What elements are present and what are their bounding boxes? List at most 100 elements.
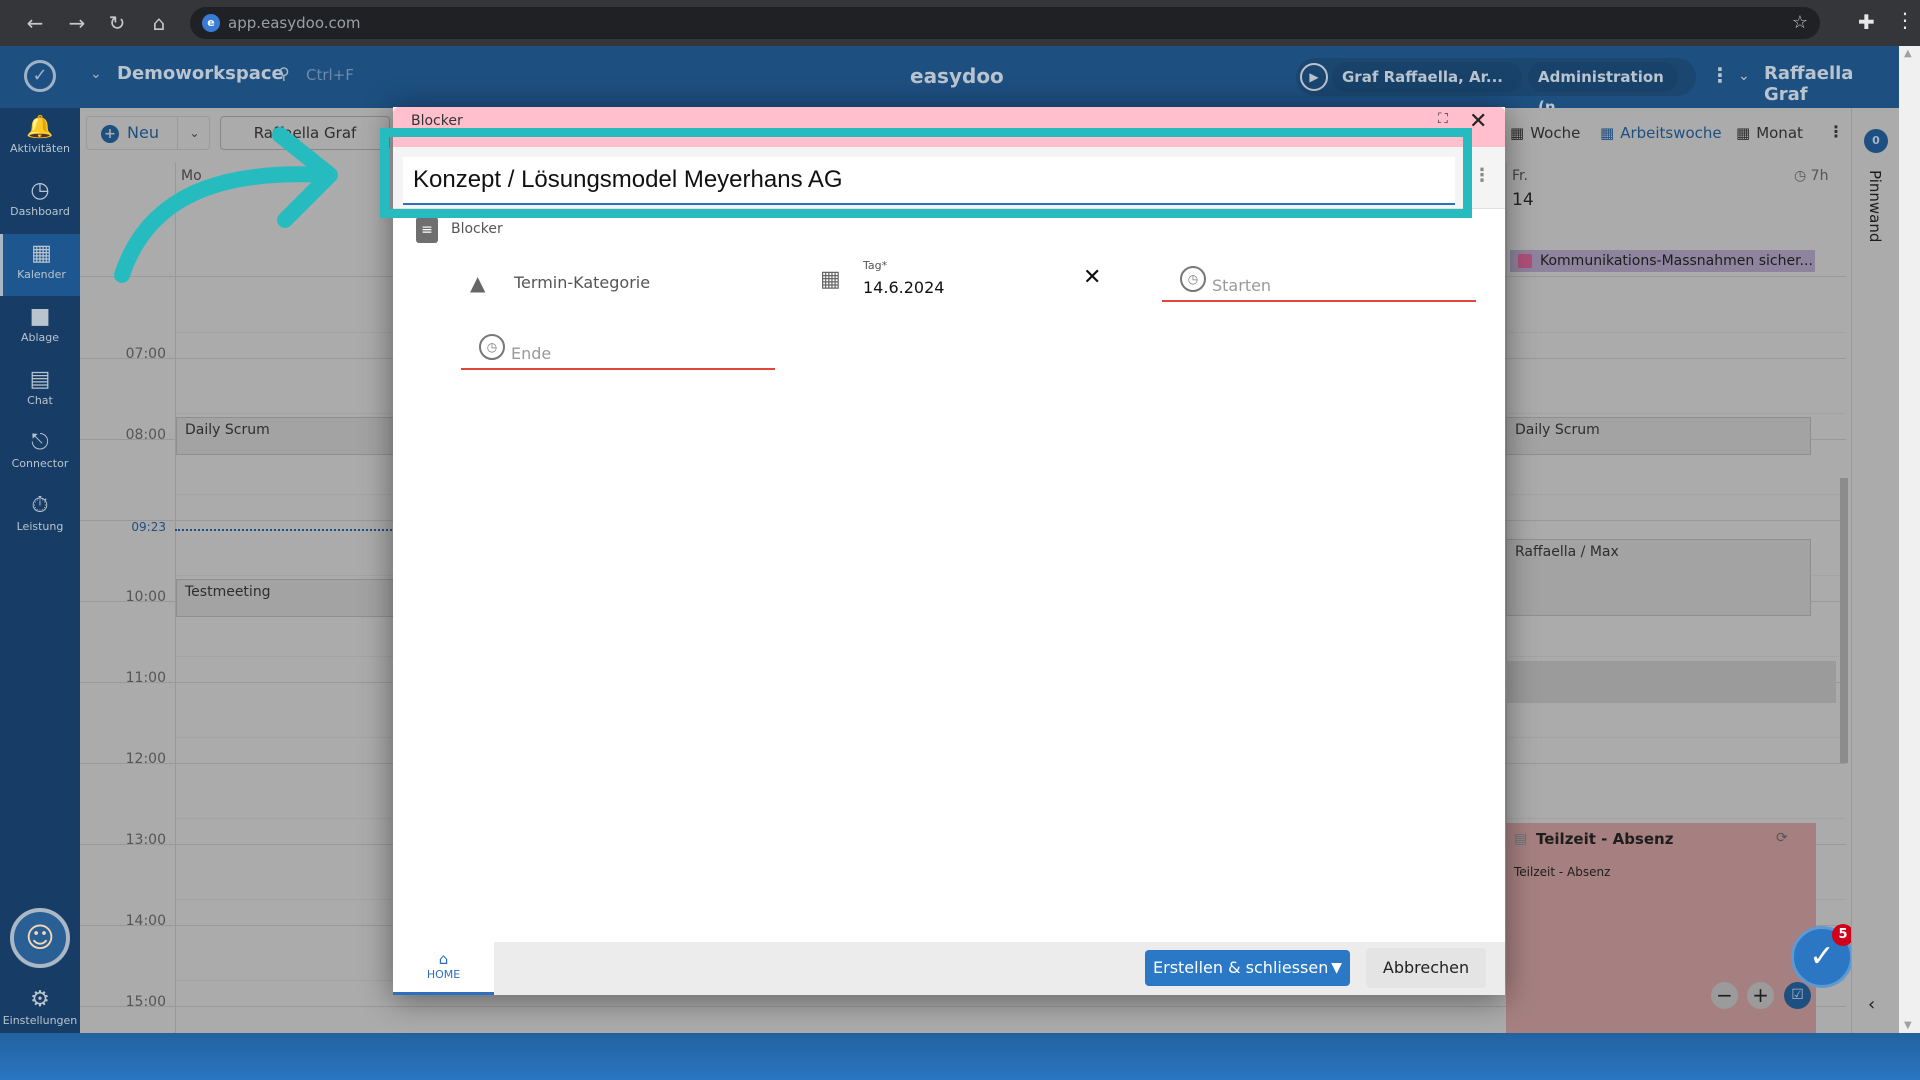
clock-icon: ◷ xyxy=(1794,168,1807,184)
sidebar-item-dashboard[interactable]: ◷ Dashboard xyxy=(0,171,80,233)
address-bar[interactable]: e app.easydoo.com ☆ xyxy=(190,7,1820,39)
calendar-icon[interactable]: ▦ xyxy=(820,267,841,292)
event-title: Kommunikations-Massnahmen sicher... xyxy=(1540,253,1813,269)
sidebar: 🔔 Aktivitäten ◷ Dashboard ▦ Kalender ■ A… xyxy=(0,108,80,1033)
dialog-footer: ⌂ HOME Erstellen & schliessen ▼ Abbreche… xyxy=(393,942,1505,995)
sidebar-item-leistung[interactable]: ⏱ Leistung xyxy=(0,486,80,548)
browser-menu-icon[interactable]: ⋮ xyxy=(1895,8,1915,32)
event-raffaella-max[interactable]: Raffaella / Max xyxy=(1506,539,1811,616)
more-vertical-icon[interactable]: ⋮ xyxy=(1710,63,1730,87)
create-and-close-button[interactable]: Erstellen & schliessen ▼ xyxy=(1145,950,1350,986)
view-arbeitswoche[interactable]: ▦ Arbeitswoche xyxy=(1600,124,1722,142)
tab-label: HOME xyxy=(426,968,461,981)
category-field[interactable]: Termin-Kategorie xyxy=(514,273,650,292)
chevron-down-icon[interactable]: ⌄ xyxy=(90,66,102,82)
chevron-down-icon[interactable]: ⌄ xyxy=(1738,68,1750,84)
caret-down-icon[interactable]: ▼ xyxy=(1331,950,1342,986)
button-label: Erstellen & schliessen xyxy=(1153,958,1329,977)
sidebar-item-label: Aktivitäten xyxy=(10,142,70,155)
cancel-button[interactable]: Abbrechen xyxy=(1366,948,1486,988)
document-icon: ≡ xyxy=(416,217,438,243)
calendar-icon: ▦ xyxy=(31,241,52,266)
start-time-field[interactable]: ◷ Starten xyxy=(1162,262,1476,302)
clear-date-icon[interactable]: ✕ xyxy=(1083,265,1101,290)
time-label: 11:00 xyxy=(125,670,166,686)
search-icon[interactable]: ⚲ xyxy=(278,64,290,83)
day-number-fr: 14 xyxy=(1512,190,1534,210)
tutorial-highlight-box xyxy=(380,128,1472,218)
star-icon[interactable]: ☆ xyxy=(1792,12,1808,33)
tutorial-arrow-icon xyxy=(114,127,338,283)
url-text[interactable]: app.easydoo.com xyxy=(228,14,361,32)
extensions-icon[interactable]: ✚ xyxy=(1858,10,1875,34)
event-kommunikation[interactable]: Kommunikations-Massnahmen sicher... xyxy=(1510,250,1815,272)
pinnwand-tab[interactable]: Pinnwand xyxy=(1866,170,1884,242)
easydoo-logo-icon[interactable]: ✓ xyxy=(24,60,56,92)
event-title: Teilzeit - Absenz xyxy=(1536,830,1674,848)
chevron-left-icon[interactable]: ‹ xyxy=(1868,994,1875,1015)
create-event-dialog: Blocker ⛶ ✕ ⋮ ≡ Blocker ▲ Termin-Kategor… xyxy=(393,107,1505,995)
clipboard-icon: ▤ xyxy=(1514,831,1528,847)
date-field-label: Tag* xyxy=(863,259,888,272)
date-field[interactable]: 14.6.2024 xyxy=(863,278,944,297)
sidebar-item-kalender[interactable]: ▦ Kalender xyxy=(0,234,80,296)
more-vertical-icon[interactable]: ⋮ xyxy=(1828,122,1844,141)
more-vertical-icon[interactable]: ⋮ xyxy=(1473,165,1491,186)
sidebar-item-label: Dashboard xyxy=(10,205,70,218)
search-shortcut-hint[interactable]: Ctrl+F xyxy=(306,66,354,84)
chat-icon: ▤ xyxy=(29,367,51,392)
sidebar-item-einstellungen[interactable]: ⚙ Einstellungen xyxy=(0,980,80,1027)
time-label: 15:00 xyxy=(125,994,166,1010)
clock-icon: ◷ xyxy=(479,334,505,360)
timer-project-chip[interactable]: Administration (n... xyxy=(1528,62,1678,116)
sidebar-item-label: Leistung xyxy=(16,520,64,533)
zoom-in-button[interactable]: + xyxy=(1747,982,1774,1009)
sidebar-item-label: Connector xyxy=(11,457,69,470)
stopwatch-icon: ⏱ xyxy=(31,493,49,518)
time-label: 07:00 xyxy=(125,346,166,362)
play-icon[interactable]: ▶ xyxy=(1300,63,1328,91)
scroll-up-icon[interactable]: ▲ xyxy=(1904,48,1912,59)
bell-icon: 🔔 xyxy=(26,115,54,140)
workspace-selector[interactable]: Demoworkspace xyxy=(117,63,284,84)
avatar[interactable]: ☺ xyxy=(10,908,70,968)
home-icon[interactable]: ⌂ xyxy=(146,10,172,36)
gear-icon: ⚙ xyxy=(30,987,50,1012)
timer-user-chip[interactable]: Graf Raffaella, Ar... xyxy=(1332,62,1522,92)
user-menu[interactable]: Raffaella Graf xyxy=(1764,63,1899,105)
view-woche[interactable]: ▦ Woche xyxy=(1510,124,1580,142)
sidebar-item-aktivitaeten[interactable]: 🔔 Aktivitäten xyxy=(0,108,80,170)
event-daily-scrum-fr[interactable]: Daily Scrum xyxy=(1506,417,1811,455)
sidebar-item-label: Einstellungen xyxy=(2,1014,78,1027)
calendar-scrollbar[interactable] xyxy=(1840,278,1848,1028)
site-favicon-icon: e xyxy=(202,14,220,32)
home-icon: ⌂ xyxy=(438,950,449,968)
tab-home[interactable]: ⌂ HOME xyxy=(393,942,494,995)
sidebar-item-ablage[interactable]: ■ Ablage xyxy=(0,297,80,359)
hours-label: 7h xyxy=(1810,168,1829,184)
folder-icon: ■ xyxy=(29,304,51,329)
forward-icon[interactable]: → xyxy=(64,10,90,36)
maximize-icon[interactable]: ⛶ xyxy=(1438,111,1448,127)
today-calendar-icon[interactable]: ☑ xyxy=(1784,982,1811,1009)
taskbar xyxy=(0,1033,1920,1080)
event-type-label[interactable]: Blocker xyxy=(451,221,503,237)
page-scrollbar[interactable]: ▲ ▼ xyxy=(1899,46,1920,1033)
scrollbar-thumb[interactable] xyxy=(1840,478,1848,763)
back-icon[interactable]: ← xyxy=(22,10,48,36)
sidebar-item-label: Ablage xyxy=(20,331,60,344)
reload-icon[interactable]: ↻ xyxy=(104,10,130,36)
end-time-field[interactable]: ◷ Ende xyxy=(461,330,775,370)
time-label: 08:00 xyxy=(125,427,166,443)
calendar-icon: ▦ xyxy=(1510,124,1525,142)
sidebar-item-chat[interactable]: ▤ Chat xyxy=(0,360,80,422)
time-label: 14:00 xyxy=(125,913,166,929)
view-monat[interactable]: ▦ Monat xyxy=(1736,124,1803,142)
scroll-down-icon[interactable]: ▼ xyxy=(1904,1020,1912,1031)
clock-icon: ◷ xyxy=(1180,266,1206,292)
sidebar-item-connector[interactable]: ⎋ Connector xyxy=(0,423,80,485)
pinnwand-panel: 0 Pinnwand ‹ xyxy=(1851,108,1899,1033)
app-header: ✓ ⌄ Demoworkspace ⚲ Ctrl+F easydoo ▶ Gra… xyxy=(0,46,1899,116)
shapes-icon: ▲ xyxy=(470,271,486,295)
zoom-out-button[interactable]: − xyxy=(1711,982,1738,1009)
